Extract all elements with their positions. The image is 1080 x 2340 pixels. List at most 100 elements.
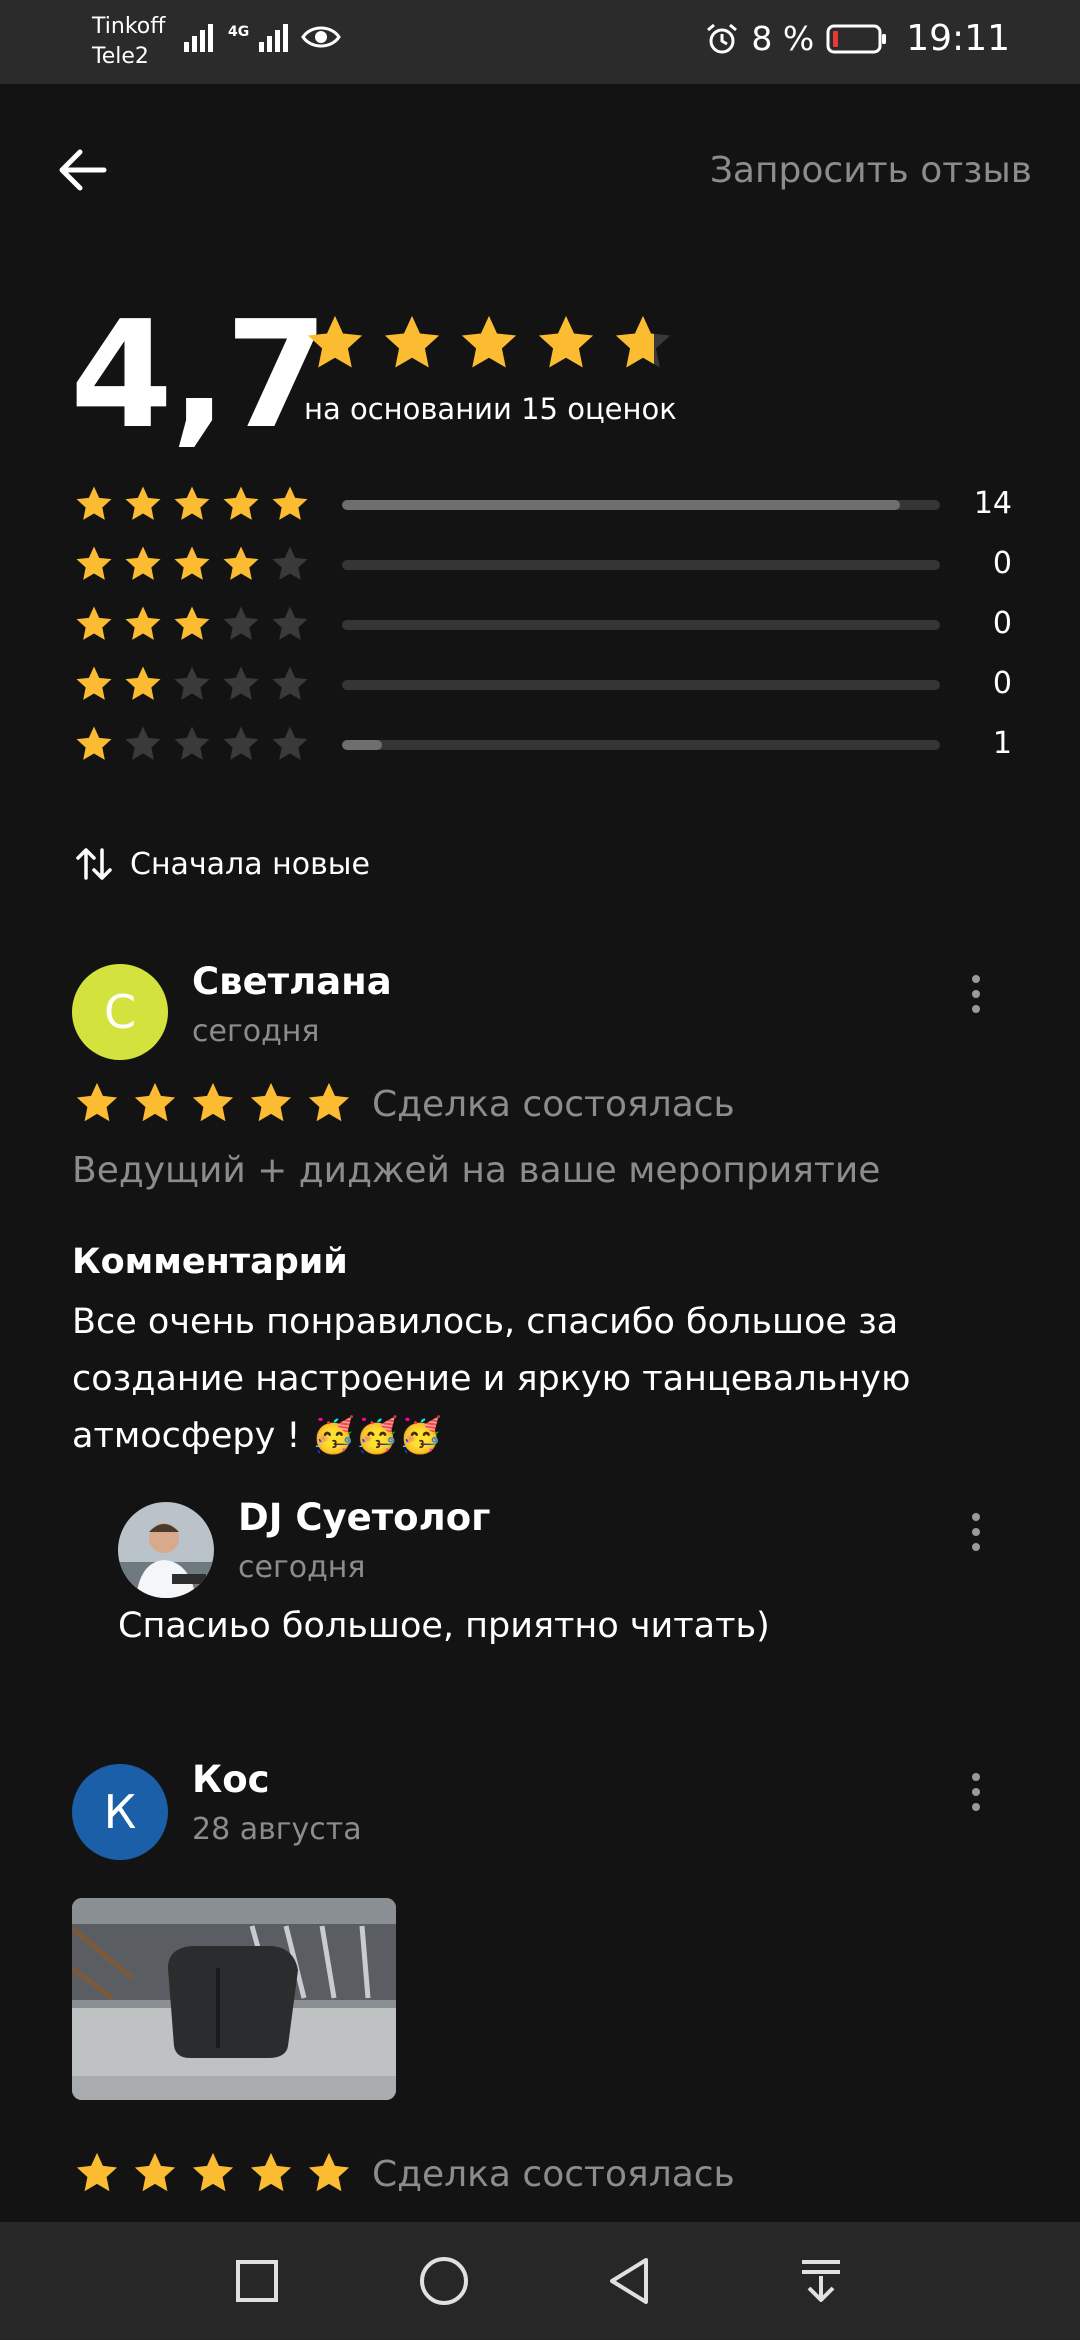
distribution-count: 0 bbox=[992, 546, 1012, 581]
average-rating: 4,7 bbox=[70, 289, 328, 461]
sort-button[interactable]: Сначала новые bbox=[74, 844, 370, 884]
star-empty-icon bbox=[125, 726, 161, 760]
back-button[interactable] bbox=[52, 140, 112, 200]
star-filled-icon bbox=[461, 315, 517, 368]
distribution-row: 14 bbox=[74, 484, 1014, 524]
deal-status: Сделка состоялась bbox=[372, 1084, 735, 1125]
review-author: Светлана bbox=[192, 960, 392, 1003]
star-filled-icon bbox=[307, 315, 363, 368]
square-icon bbox=[236, 2260, 278, 2302]
status-bar: Tinkoff Tele2 4G 8 % 19:11 bbox=[0, 0, 1080, 84]
distribution-bar bbox=[342, 500, 940, 510]
average-rating-stars bbox=[304, 312, 674, 374]
distribution-bar bbox=[342, 620, 940, 630]
reply-author: DJ Суетолог bbox=[238, 1496, 491, 1539]
avatar-letter: К bbox=[103, 1785, 137, 1839]
arrow-left-icon bbox=[59, 149, 107, 191]
star-empty-icon bbox=[174, 666, 210, 700]
triangle-back-icon bbox=[610, 2258, 648, 2304]
review-stars bbox=[74, 2150, 352, 2196]
star-filled-icon bbox=[125, 546, 161, 580]
distribution-count: 14 bbox=[973, 486, 1012, 521]
star-filled-icon bbox=[174, 486, 210, 520]
review-author: Кос bbox=[192, 1758, 270, 1801]
star-filled-icon bbox=[76, 666, 112, 700]
comment-title: Комментарий bbox=[72, 1242, 348, 1282]
network-4g-label: 4G bbox=[228, 24, 250, 40]
review-photo[interactable] bbox=[72, 1898, 396, 2100]
star-filled-icon bbox=[76, 1082, 118, 1122]
star-empty-icon bbox=[272, 726, 308, 760]
comment-text: Все очень понравилось, спасибо большое з… bbox=[72, 1302, 911, 1456]
star-empty-icon bbox=[272, 606, 308, 640]
reply-text: Спасиьо большое, приятно читать) bbox=[118, 1606, 770, 1646]
carrier-2: Tele2 bbox=[92, 44, 149, 69]
star-empty-icon bbox=[174, 726, 210, 760]
review-date: 28 августа bbox=[192, 1812, 362, 1847]
distribution-bar bbox=[342, 560, 940, 570]
distribution-bar-fill bbox=[342, 740, 382, 750]
star-filled-icon bbox=[192, 1082, 234, 1122]
star-filled-icon bbox=[125, 606, 161, 640]
carrier-names: Tinkoff Tele2 bbox=[92, 12, 165, 72]
more-dots-icon bbox=[972, 975, 980, 983]
star-filled-icon bbox=[308, 2152, 350, 2192]
distribution-stars bbox=[74, 604, 310, 644]
distribution-count: 0 bbox=[992, 666, 1012, 701]
star-filled-icon bbox=[250, 1082, 292, 1122]
rating-caption: на основании 15 оценок bbox=[304, 392, 677, 426]
home-button[interactable] bbox=[411, 2248, 477, 2314]
star-filled-icon bbox=[223, 546, 259, 580]
star-empty-icon bbox=[272, 546, 308, 580]
star-empty-icon bbox=[223, 606, 259, 640]
back-nav-button[interactable] bbox=[598, 2248, 664, 2314]
review-menu-button[interactable] bbox=[956, 966, 996, 1022]
more-dots-icon bbox=[972, 1513, 980, 1521]
notifications-button[interactable] bbox=[788, 2248, 854, 2314]
service-name: Ведущий + диджей на ваше мероприятие bbox=[72, 1150, 881, 1191]
more-dots-icon bbox=[972, 1773, 980, 1781]
distribution-bar bbox=[342, 680, 940, 690]
star-filled-icon bbox=[538, 315, 594, 368]
distribution-stars bbox=[74, 484, 310, 524]
clock: 19:11 bbox=[906, 18, 1010, 59]
review-menu-button[interactable] bbox=[956, 1764, 996, 1820]
distribution-bar bbox=[342, 740, 940, 750]
star-filled-icon bbox=[76, 546, 112, 580]
review-stars bbox=[74, 1080, 352, 1126]
star-filled-icon bbox=[272, 486, 308, 520]
star-empty-icon bbox=[272, 666, 308, 700]
alarm-icon bbox=[707, 23, 738, 53]
star-filled-icon bbox=[174, 546, 210, 580]
star-filled-icon bbox=[174, 606, 210, 640]
star-filled-icon bbox=[384, 315, 440, 368]
avatar: С bbox=[72, 964, 168, 1060]
star-filled-icon bbox=[192, 2152, 234, 2192]
star-filled-icon bbox=[134, 1082, 176, 1122]
deal-status: Сделка состоялась bbox=[372, 2154, 735, 2195]
star-filled-icon bbox=[250, 2152, 292, 2192]
status-icons-left: 4G bbox=[184, 22, 342, 52]
star-filled-icon bbox=[76, 726, 112, 760]
carrier-1: Tinkoff bbox=[92, 14, 166, 39]
distribution-stars bbox=[74, 724, 310, 764]
circle-icon bbox=[420, 2257, 468, 2305]
speaker-photo-icon bbox=[72, 1898, 396, 2100]
reply-date: сегодня bbox=[238, 1550, 366, 1585]
header: Запросить отзыв bbox=[0, 84, 1080, 254]
system-nav-bar bbox=[0, 2222, 1080, 2340]
signal-icon-2 bbox=[259, 24, 289, 52]
star-filled-icon bbox=[76, 486, 112, 520]
recent-apps-button[interactable] bbox=[224, 2248, 290, 2314]
reply-menu-button[interactable] bbox=[956, 1504, 996, 1560]
distribution-row: 0 bbox=[74, 604, 1014, 644]
star-filled-icon bbox=[76, 2152, 118, 2192]
distribution-bar-fill bbox=[342, 500, 901, 510]
battery-low-icon bbox=[826, 24, 887, 53]
star-filled-icon bbox=[76, 606, 112, 640]
request-review-button[interactable]: Запросить отзыв bbox=[710, 150, 1032, 191]
star-half-icon bbox=[615, 315, 671, 368]
star-empty-icon bbox=[223, 666, 259, 700]
star-filled-icon bbox=[125, 666, 161, 700]
distribution-stars bbox=[74, 664, 310, 704]
